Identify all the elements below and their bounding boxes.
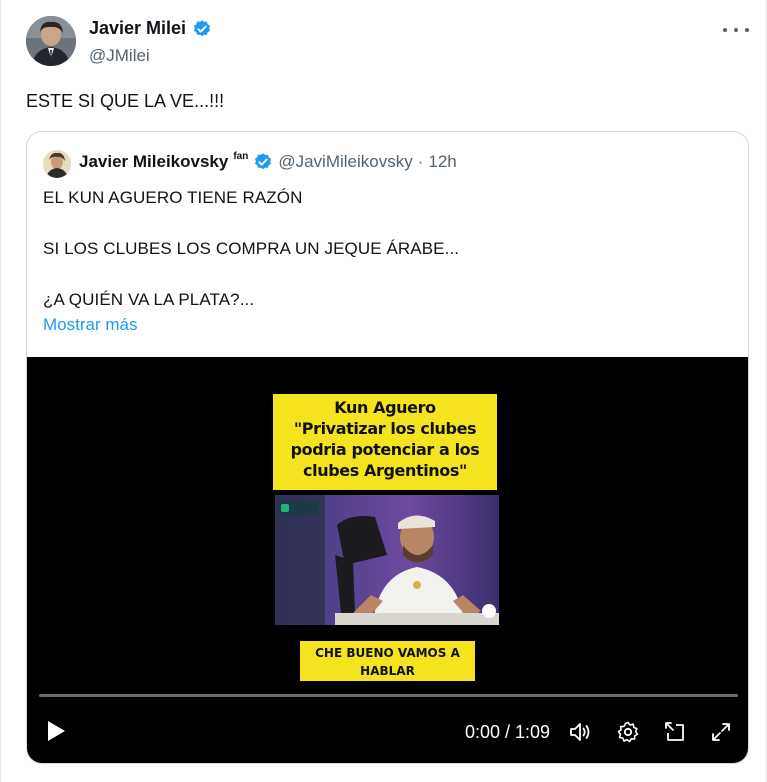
caption-line: clubes Argentinos" <box>303 461 467 480</box>
tweet-text: ESTE SI QUE LA VE...!!! <box>26 91 225 111</box>
quoted-avatar[interactable] <box>43 150 71 178</box>
author-handle[interactable]: @JMilei <box>89 46 150 66</box>
verified-badge-icon <box>193 19 211 36</box>
quoted-text-line: EL KUN AGUERO TIENE RAZÓN <box>43 188 303 207</box>
quoted-text-line: ¿A QUIÉN VA LA PLATA?... <box>43 290 255 309</box>
fan-tag: fan <box>233 150 249 162</box>
quoted-avatar-photo-icon <box>43 150 71 178</box>
quoted-handle[interactable]: @JaviMileikovsky <box>278 152 412 172</box>
quoted-text-line: SI LOS CLUBES LOS COMPRA UN JEQUE ÁRABE.… <box>43 239 460 258</box>
avatar-photo-icon <box>26 16 76 66</box>
caption-line: Kun Aguero <box>334 398 436 417</box>
author-avatar[interactable] <box>26 16 76 66</box>
volume-icon[interactable] <box>568 720 592 744</box>
quoted-header: Javier Mileikovsky fan @JaviMileikovsky … <box>79 150 457 172</box>
show-more-link[interactable]: Mostrar más <box>43 315 137 335</box>
tweet-container: Javier Milei @JMilei ESTE SI QUE LA VE..… <box>0 0 767 782</box>
pip-icon[interactable] <box>663 720 687 744</box>
settings-icon[interactable] <box>616 720 640 744</box>
bottom-caption-line: CHE BUENO VAMOS A <box>315 646 460 660</box>
author-name[interactable]: Javier Milei <box>89 18 186 39</box>
video-caption-box: Kun Aguero "Privatizar los clubes podria… <box>273 394 497 490</box>
caption-line: "Privatizar los clubes <box>293 419 477 438</box>
video-player[interactable]: Kun Aguero "Privatizar los clubes podria… <box>27 357 748 763</box>
quoted-author-name[interactable]: Javier Mileikovsky <box>79 152 228 172</box>
dot-separator: · <box>417 152 424 171</box>
quoted-time[interactable]: 12h <box>428 152 456 172</box>
author-name-row: Javier Milei <box>89 18 212 39</box>
quoted-verified-badge-icon <box>255 153 272 170</box>
video-time: 0:00 / 1:09 <box>465 722 551 742</box>
video-still-frame <box>275 495 499 625</box>
more-horizontal-icon[interactable] <box>723 20 749 40</box>
caption-line: podria potenciar a los <box>290 440 480 459</box>
play-icon[interactable] <box>45 719 67 743</box>
quoted-tweet-card[interactable]: Javier Mileikovsky fan @JaviMileikovsky … <box>26 131 749 764</box>
video-controls: 0:00 / 1:09 <box>27 707 748 757</box>
video-bottom-caption: CHE BUENO VAMOS A HABLAR <box>300 641 475 681</box>
video-frame-image-icon <box>275 495 499 625</box>
bottom-caption-line: HABLAR <box>360 664 415 678</box>
fullscreen-icon[interactable] <box>709 720 733 744</box>
video-progress-bar[interactable] <box>39 694 738 697</box>
